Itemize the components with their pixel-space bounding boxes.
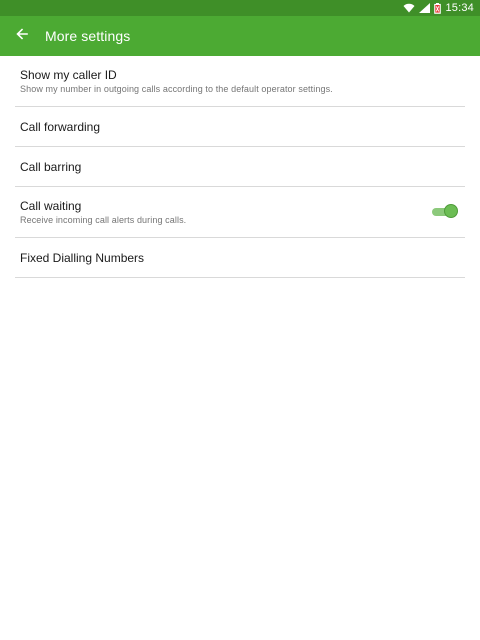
app-bar: More settings	[0, 16, 480, 56]
setting-texts: Fixed Dialling Numbers	[20, 251, 144, 265]
setting-texts: Show my caller ID Show my number in outg…	[20, 68, 333, 94]
settings-list: Show my caller ID Show my number in outg…	[0, 56, 480, 278]
setting-call-waiting[interactable]: Call waiting Receive incoming call alert…	[15, 187, 465, 238]
setting-texts: Call forwarding	[20, 120, 100, 134]
screen: 15:34 More settings Show my caller ID Sh…	[0, 0, 480, 640]
back-arrow-icon	[16, 27, 28, 45]
setting-title: Call barring	[20, 159, 82, 174]
setting-call-forwarding[interactable]: Call forwarding	[15, 107, 465, 147]
call-waiting-toggle[interactable]	[430, 204, 458, 220]
setting-texts: Call barring	[20, 160, 81, 174]
setting-texts: Call waiting Receive incoming call alert…	[20, 199, 186, 225]
status-time: 15:34	[445, 2, 474, 14]
setting-title: Show my caller ID	[20, 68, 117, 82]
status-bar: 15:34	[0, 0, 480, 16]
setting-subtitle: Show my number in outgoing calls accordi…	[20, 84, 333, 94]
back-button[interactable]	[0, 16, 44, 56]
toggle-thumb	[444, 204, 458, 218]
setting-title: Fixed Dialling Numbers	[20, 250, 145, 265]
setting-title: Call waiting	[20, 199, 82, 213]
setting-fixed-dialling-numbers[interactable]: Fixed Dialling Numbers	[15, 238, 465, 278]
page-title: More settings	[45, 28, 131, 44]
signal-icon	[419, 3, 431, 13]
setting-show-caller-id[interactable]: Show my caller ID Show my number in outg…	[15, 56, 465, 107]
setting-title: Call forwarding	[20, 119, 101, 134]
setting-subtitle: Receive incoming call alerts during call…	[20, 215, 187, 225]
battery-icon	[434, 2, 442, 14]
wifi-icon	[403, 3, 415, 13]
setting-call-barring[interactable]: Call barring	[15, 147, 465, 187]
